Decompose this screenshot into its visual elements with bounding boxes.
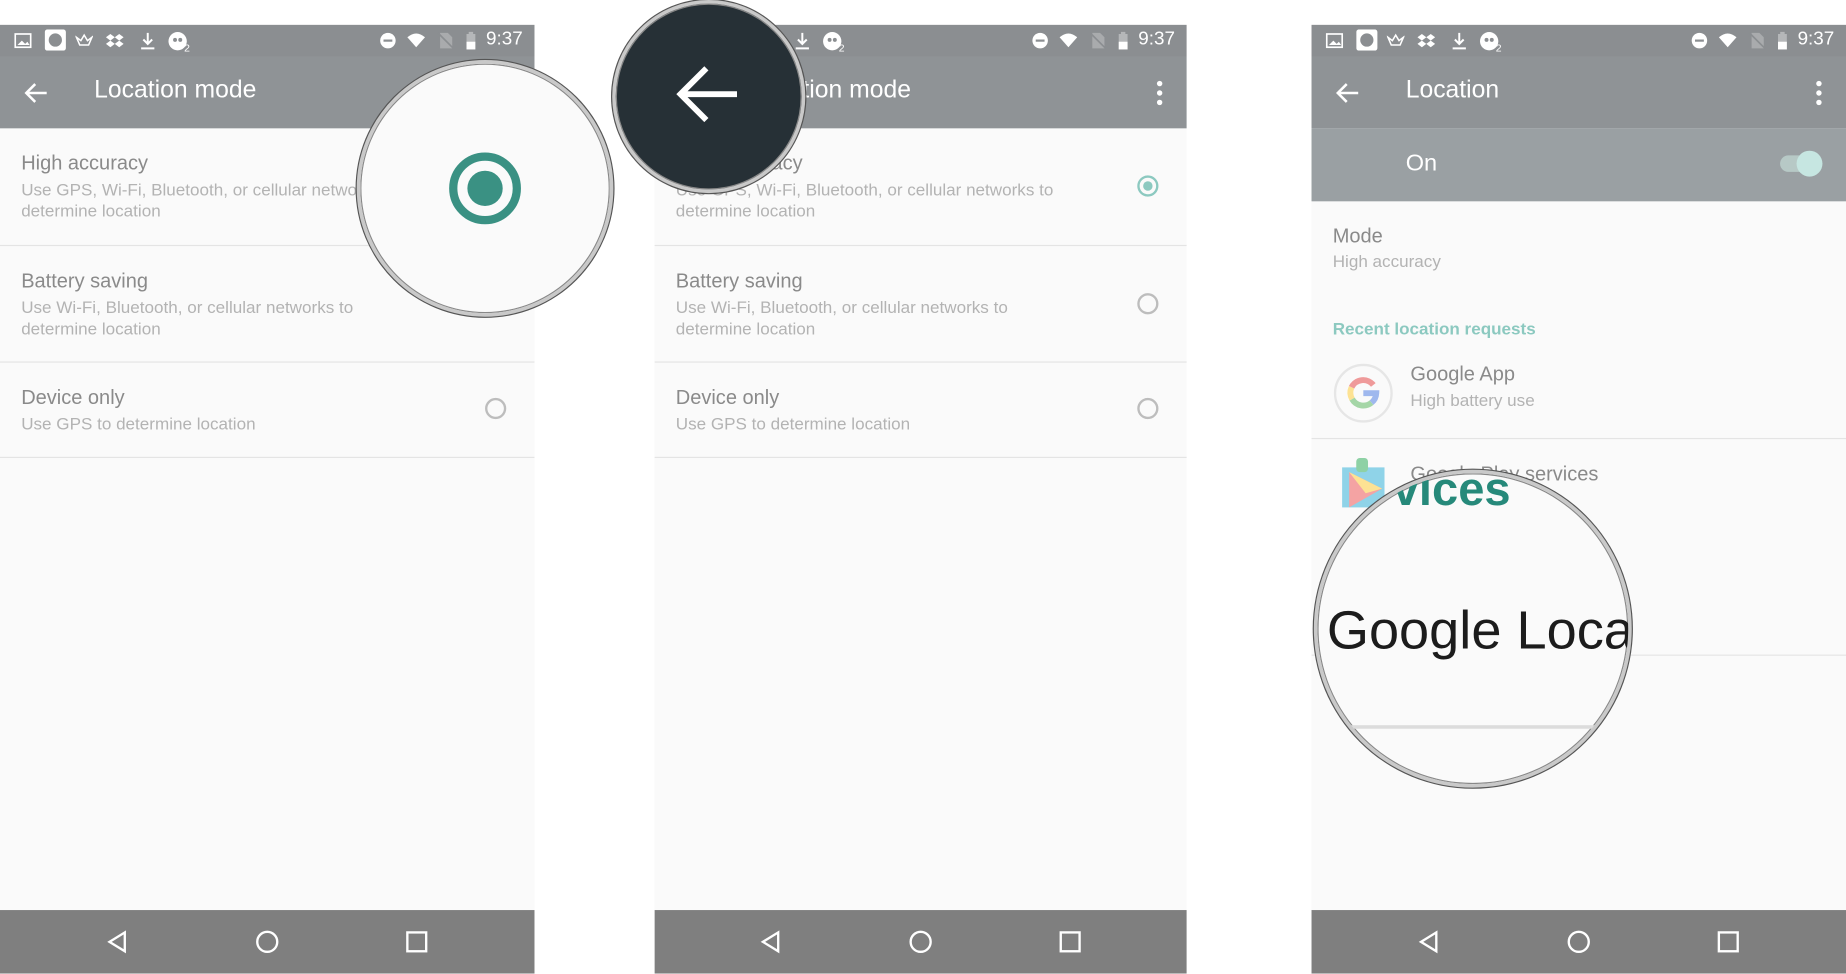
mode-title: Mode bbox=[1332, 224, 1383, 248]
nav-back-icon[interactable] bbox=[1416, 929, 1442, 955]
option-subtitle: Use Wi-Fi, Bluetooth, or cellular networ… bbox=[21, 299, 354, 340]
nav-recents-icon[interactable] bbox=[1057, 929, 1083, 955]
clock: 9:37 bbox=[486, 29, 523, 50]
overflow-menu-icon[interactable] bbox=[1156, 80, 1163, 106]
option-title: Device only bbox=[21, 386, 125, 409]
nav-recents-icon[interactable] bbox=[404, 929, 430, 955]
app-name: Google App bbox=[1410, 362, 1516, 385]
navigation-bar bbox=[654, 910, 1187, 974]
dnd-icon bbox=[1691, 32, 1708, 49]
maps-icon bbox=[44, 29, 66, 51]
app-item-google-app[interactable]: Google App High battery use bbox=[1311, 348, 1846, 440]
option-device-only[interactable]: Device only Use GPS to determine locatio… bbox=[654, 363, 1187, 458]
zombie-icon: 2 bbox=[1479, 32, 1502, 52]
zombie-icon: 2 bbox=[168, 32, 190, 52]
toggle-thumb bbox=[1796, 150, 1823, 177]
download-icon bbox=[1452, 32, 1466, 50]
switch-label: On bbox=[1405, 150, 1438, 177]
clock: 9:37 bbox=[1138, 29, 1175, 50]
option-title: Battery saving bbox=[675, 269, 803, 292]
crown-icon bbox=[1386, 33, 1405, 46]
battery-icon bbox=[466, 31, 476, 50]
location-master-switch-row[interactable]: On bbox=[1311, 128, 1846, 202]
radio-unselected[interactable] bbox=[1137, 397, 1159, 420]
magnifier-back-arrow bbox=[612, 0, 806, 194]
radio-selected[interactable] bbox=[1137, 175, 1159, 197]
nav-home-icon[interactable] bbox=[908, 929, 934, 955]
wifi-icon bbox=[1059, 33, 1078, 48]
overflow-menu-icon[interactable] bbox=[1815, 80, 1822, 106]
magnified-text-top: vices bbox=[1392, 469, 1511, 516]
option-subtitle: Use GPS to determine location bbox=[675, 415, 911, 435]
navigation-bar bbox=[0, 910, 535, 974]
no-sim-icon bbox=[437, 32, 454, 49]
magnified-divider bbox=[1340, 725, 1605, 729]
wifi-icon bbox=[407, 33, 426, 48]
app-detail: High battery use bbox=[1410, 392, 1535, 411]
app-bar: Location bbox=[1311, 56, 1846, 129]
crown-icon bbox=[75, 33, 94, 46]
nav-back-icon[interactable] bbox=[105, 929, 131, 955]
download-icon bbox=[141, 32, 155, 50]
mode-value: High accuracy bbox=[1332, 253, 1441, 272]
zombie-icon: 2 bbox=[823, 32, 845, 52]
dnd-icon bbox=[380, 32, 396, 49]
image-icon bbox=[1325, 33, 1344, 49]
option-subtitle: Use GPS to determine location bbox=[21, 415, 256, 435]
option-battery-saving[interactable]: Battery saving Use Wi-Fi, Bluetooth, or … bbox=[654, 246, 1187, 363]
download-icon bbox=[795, 32, 809, 50]
svg-text:2: 2 bbox=[839, 44, 845, 52]
page-title: Location bbox=[1405, 76, 1500, 104]
option-title: Device only bbox=[675, 386, 780, 409]
option-device-only[interactable]: Device only Use GPS to determine locatio… bbox=[0, 363, 535, 458]
nav-home-icon[interactable] bbox=[254, 929, 280, 955]
status-bar: 2 9:37 bbox=[1311, 24, 1846, 57]
no-sim-icon bbox=[1089, 32, 1107, 49]
wifi-icon bbox=[1718, 33, 1737, 48]
navigation-bar bbox=[1311, 910, 1846, 974]
image-icon bbox=[14, 33, 32, 49]
option-subtitle: Use Wi-Fi, Bluetooth, or cellular networ… bbox=[675, 299, 1008, 340]
clock: 9:37 bbox=[1797, 29, 1835, 50]
nav-back-icon[interactable] bbox=[758, 929, 784, 955]
google-g-icon bbox=[1333, 363, 1393, 423]
radio-selected-enlarged-icon bbox=[449, 152, 521, 225]
maps-icon bbox=[1356, 29, 1378, 51]
radio-unselected[interactable] bbox=[485, 397, 507, 420]
battery-icon bbox=[1118, 31, 1128, 50]
page-title: Location mode bbox=[94, 76, 257, 104]
dnd-icon bbox=[1032, 32, 1048, 49]
dropbox-icon bbox=[1417, 33, 1436, 48]
svg-text:2: 2 bbox=[184, 44, 190, 52]
nav-home-icon[interactable] bbox=[1566, 929, 1592, 955]
magnifier-radio bbox=[356, 60, 614, 317]
radio-unselected[interactable] bbox=[1137, 293, 1159, 315]
status-bar: 2 9:37 bbox=[0, 24, 535, 57]
magnified-text-main: Google Loca bbox=[1326, 599, 1632, 661]
svg-text:2: 2 bbox=[1496, 44, 1502, 52]
magnifier-google-location: vices Google Loca bbox=[1313, 469, 1632, 788]
option-subtitle: Use GPS, Wi-Fi, Bluetooth, or cellular n… bbox=[21, 181, 399, 222]
back-arrow-icon[interactable] bbox=[21, 78, 52, 109]
nav-recents-icon[interactable] bbox=[1715, 929, 1741, 955]
option-title: Battery saving bbox=[21, 269, 149, 292]
option-title: High accuracy bbox=[21, 151, 149, 175]
battery-icon bbox=[1778, 31, 1787, 50]
no-sim-icon bbox=[1748, 32, 1766, 49]
location-toggle[interactable] bbox=[1780, 150, 1823, 177]
recent-requests-header: Recent location requests bbox=[1332, 320, 1536, 340]
mode-setting[interactable]: Mode High accuracy bbox=[1312, 201, 1846, 307]
back-arrow-enlarged-icon bbox=[676, 66, 737, 123]
stage: 2 9:37 Location mode High accuracy Use G… bbox=[0, 0, 1846, 974]
back-arrow-icon[interactable] bbox=[1333, 78, 1364, 109]
dropbox-icon bbox=[105, 33, 124, 48]
